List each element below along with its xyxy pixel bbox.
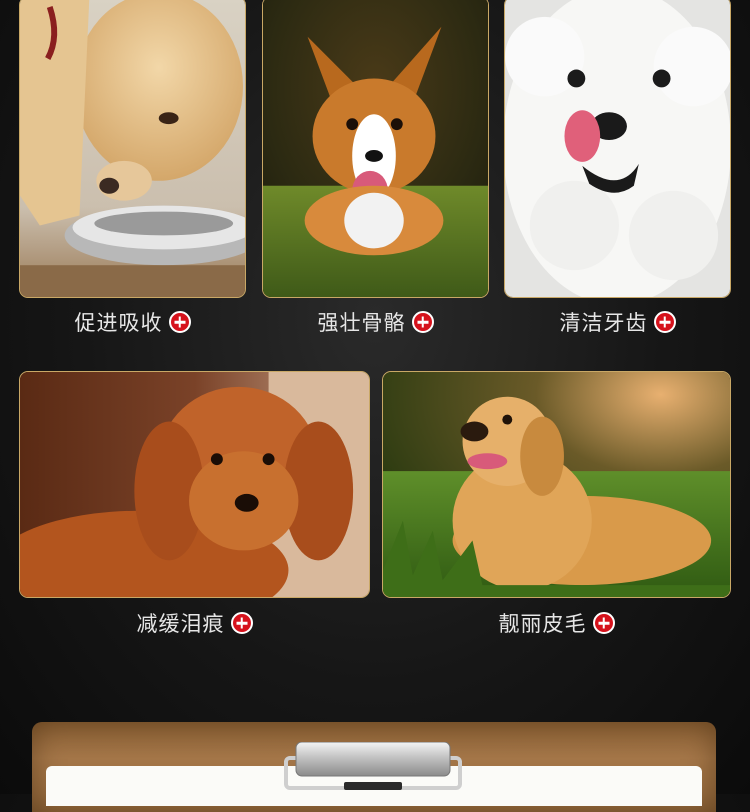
feature-image-teeth bbox=[504, 0, 731, 298]
feature-image-tear-stains bbox=[19, 371, 370, 598]
feature-image-bones bbox=[262, 0, 489, 298]
feature-label: 强壮骨骼 bbox=[317, 311, 406, 335]
feature-label: 靓丽皮毛 bbox=[498, 612, 587, 636]
feature-image-coat bbox=[382, 371, 731, 598]
feature-caption-tear-stains: 减缓泪痕 bbox=[19, 607, 370, 639]
feature-label: 减缓泪痕 bbox=[136, 612, 225, 636]
feature-caption-coat: 靓丽皮毛 bbox=[382, 607, 731, 639]
plus-circle-icon bbox=[168, 311, 191, 333]
feature-caption-absorption: 促进吸收 bbox=[19, 306, 246, 338]
bichon-licking-image bbox=[505, 0, 730, 297]
feature-label: 促进吸收 bbox=[74, 311, 163, 335]
feature-image-absorption bbox=[19, 0, 246, 298]
red-poodle-image bbox=[20, 372, 369, 597]
feature-caption-bones: 强壮骨骼 bbox=[262, 306, 489, 338]
plus-circle-icon bbox=[230, 612, 253, 634]
labrador-eating-image bbox=[20, 0, 245, 297]
corgi-running-image bbox=[263, 0, 488, 297]
plus-circle-icon bbox=[592, 612, 615, 634]
feature-caption-teeth: 清洁牙齿 bbox=[504, 306, 731, 338]
clipboard-clip-icon bbox=[284, 742, 462, 790]
plus-circle-icon bbox=[653, 311, 676, 333]
golden-retriever-image bbox=[383, 372, 730, 597]
feature-label: 清洁牙齿 bbox=[559, 311, 648, 335]
plus-circle-icon bbox=[411, 311, 434, 333]
